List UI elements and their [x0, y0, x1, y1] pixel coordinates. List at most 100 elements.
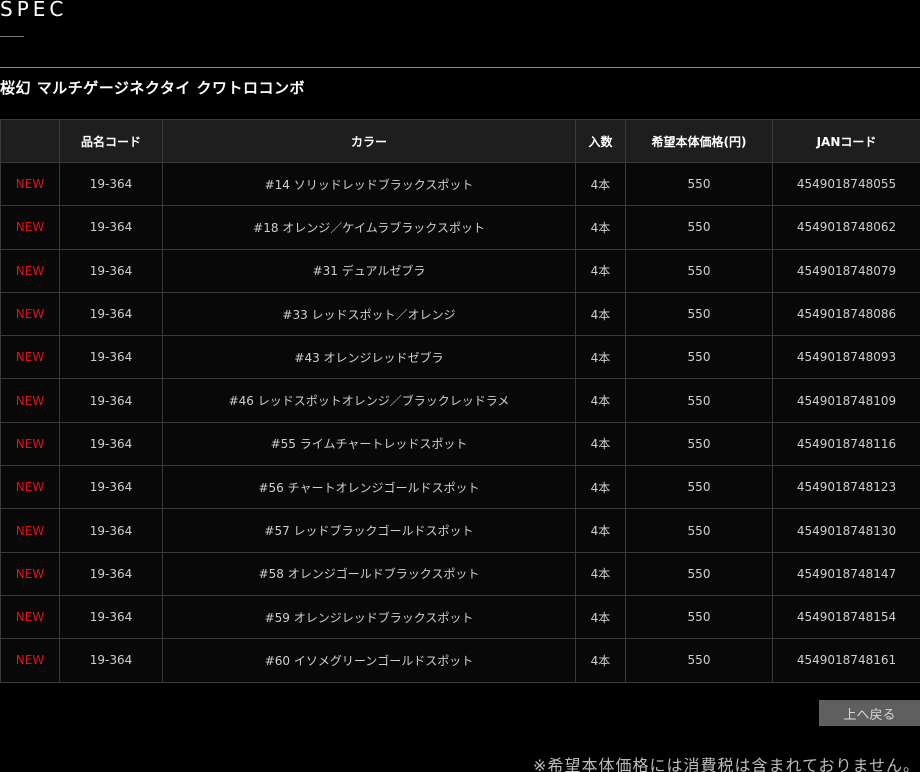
quantity-cell: 4本 — [575, 291, 626, 337]
header-color: カラー — [162, 119, 576, 163]
tax-note: ※希望本体価格には消費税は含まれておりません。 — [533, 756, 920, 772]
product-code-cell: 19-364 — [59, 421, 163, 467]
jan-code-cell: 4549018748086 — [772, 291, 920, 337]
product-code-cell: 19-364 — [59, 205, 163, 250]
price-cell: 550 — [625, 205, 773, 250]
new-badge: NEW — [0, 551, 60, 596]
table-row: NEW 19-364 #59 オレンジレッドブラックスポット 4本 550 4549018… — [0, 594, 920, 640]
spec-table: 品名コード カラー 入数 希望本体価格(円) JANコード NEW 19-364 #… — [0, 119, 920, 683]
jan-code-cell: 4549018748055 — [772, 161, 920, 207]
product-code-cell: 19-364 — [59, 378, 163, 423]
new-badge: NEW — [0, 421, 60, 467]
quantity-cell: 4本 — [575, 551, 626, 596]
table-row: NEW 19-364 #55 ライムチャートレッドスポット 4本 550 45490187… — [0, 421, 920, 467]
color-name-cell: #43 オレンジレッドゼブラ — [162, 335, 576, 380]
header-jan-code: JANコード — [772, 119, 920, 163]
section-divider — [0, 67, 920, 68]
product-code-cell: 19-364 — [59, 638, 163, 683]
product-code-cell: 19-364 — [59, 594, 163, 640]
table-header-row: 品名コード カラー 入数 希望本体価格(円) JANコード — [0, 119, 920, 163]
price-cell: 550 — [625, 248, 773, 293]
price-cell: 550 — [625, 508, 773, 553]
jan-code-cell: 4549018748154 — [772, 594, 920, 640]
price-cell: 550 — [625, 161, 773, 207]
new-badge: NEW — [0, 594, 60, 640]
table-row: NEW 19-364 #18 オレンジ／ケイムラブラックスポット 4本 550 45490… — [0, 205, 920, 250]
table-row: NEW 19-364 #43 オレンジレッドゼブラ 4本 550 454901874809… — [0, 335, 920, 380]
new-badge: NEW — [0, 248, 60, 293]
price-cell: 550 — [625, 551, 773, 596]
spec-page: SPEC 桜幻 マルチゲージネクタイ クワトロコンボ 品名コード カラー 入数 … — [0, 0, 920, 772]
table-row: NEW 19-364 #33 レッドスポット／オレンジ 4本 550 4549018748… — [0, 291, 920, 337]
jan-code-cell: 4549018748093 — [772, 335, 920, 380]
table-row: NEW 19-364 #31 デュアルゼブラ 4本 550 4549018748079 — [0, 248, 920, 293]
header-badge — [0, 119, 60, 163]
quantity-cell: 4本 — [575, 205, 626, 250]
table-row: NEW 19-364 #14 ソリッドレッドブラックスポット 4本 550 4549018… — [0, 161, 920, 207]
quantity-cell: 4本 — [575, 335, 626, 380]
price-cell: 550 — [625, 378, 773, 423]
quantity-cell: 4本 — [575, 508, 626, 553]
jan-code-cell: 4549018748109 — [772, 378, 920, 423]
color-name-cell: #60 イソメグリーンゴールドスポット — [162, 638, 576, 683]
jan-code-cell: 4549018748116 — [772, 421, 920, 467]
jan-code-cell: 4549018748161 — [772, 638, 920, 683]
product-code-cell: 19-364 — [59, 335, 163, 380]
jan-code-cell: 4549018748123 — [772, 465, 920, 510]
quantity-cell: 4本 — [575, 161, 626, 207]
jan-code-cell: 4549018748062 — [772, 205, 920, 250]
new-badge: NEW — [0, 205, 60, 250]
section-heading: SPEC — [0, 0, 68, 21]
new-badge: NEW — [0, 465, 60, 510]
color-name-cell: #31 デュアルゼブラ — [162, 248, 576, 293]
new-badge: NEW — [0, 335, 60, 380]
color-name-cell: #14 ソリッドレッドブラックスポット — [162, 161, 576, 207]
price-cell: 550 — [625, 291, 773, 337]
new-badge: NEW — [0, 378, 60, 423]
color-name-cell: #18 オレンジ／ケイムラブラックスポット — [162, 205, 576, 250]
product-code-cell: 19-364 — [59, 291, 163, 337]
quantity-cell: 4本 — [575, 594, 626, 640]
header-price: 希望本体価格(円) — [625, 119, 773, 163]
product-code-cell: 19-364 — [59, 248, 163, 293]
table-row: NEW 19-364 #56 チャートオレンジゴールドスポット 4本 550 454901… — [0, 465, 920, 510]
quantity-cell: 4本 — [575, 638, 626, 683]
product-code-cell: 19-364 — [59, 161, 163, 207]
jan-code-cell: 4549018748147 — [772, 551, 920, 596]
quantity-cell: 4本 — [575, 465, 626, 510]
new-badge: NEW — [0, 161, 60, 207]
table-row: NEW 19-364 #57 レッドブラックゴールドスポット 4本 550 4549018… — [0, 508, 920, 553]
jan-code-cell: 4549018748130 — [772, 508, 920, 553]
color-name-cell: #59 オレンジレッドブラックスポット — [162, 594, 576, 640]
price-cell: 550 — [625, 421, 773, 467]
product-code-cell: 19-364 — [59, 551, 163, 596]
back-to-top-button[interactable]: 上へ戻る — [819, 700, 920, 726]
new-badge: NEW — [0, 508, 60, 553]
color-name-cell: #58 オレンジゴールドブラックスポット — [162, 551, 576, 596]
quantity-cell: 4本 — [575, 421, 626, 467]
color-name-cell: #33 レッドスポット／オレンジ — [162, 291, 576, 337]
quantity-cell: 4本 — [575, 248, 626, 293]
product-code-cell: 19-364 — [59, 508, 163, 553]
spec-table-body: NEW 19-364 #14 ソリッドレッドブラックスポット 4本 550 4549018… — [0, 161, 920, 683]
table-row: NEW 19-364 #58 オレンジゴールドブラックスポット 4本 550 454901… — [0, 551, 920, 596]
price-cell: 550 — [625, 638, 773, 683]
table-row: NEW 19-364 #60 イソメグリーンゴールドスポット 4本 550 4549018… — [0, 638, 920, 683]
price-cell: 550 — [625, 335, 773, 380]
new-badge: NEW — [0, 638, 60, 683]
header-quantity: 入数 — [575, 119, 626, 163]
heading-underline — [0, 36, 24, 37]
new-badge: NEW — [0, 291, 60, 337]
color-name-cell: #56 チャートオレンジゴールドスポット — [162, 465, 576, 510]
product-title: 桜幻 マルチゲージネクタイ クワトロコンボ — [0, 79, 306, 97]
color-name-cell: #55 ライムチャートレッドスポット — [162, 421, 576, 467]
color-name-cell: #46 レッドスポットオレンジ／ブラックレッドラメ — [162, 378, 576, 423]
price-cell: 550 — [625, 594, 773, 640]
header-product-code: 品名コード — [59, 119, 163, 163]
table-row: NEW 19-364 #46 レッドスポットオレンジ／ブラックレッドラメ 4本 550 4… — [0, 378, 920, 423]
quantity-cell: 4本 — [575, 378, 626, 423]
product-code-cell: 19-364 — [59, 465, 163, 510]
price-cell: 550 — [625, 465, 773, 510]
jan-code-cell: 4549018748079 — [772, 248, 920, 293]
color-name-cell: #57 レッドブラックゴールドスポット — [162, 508, 576, 553]
